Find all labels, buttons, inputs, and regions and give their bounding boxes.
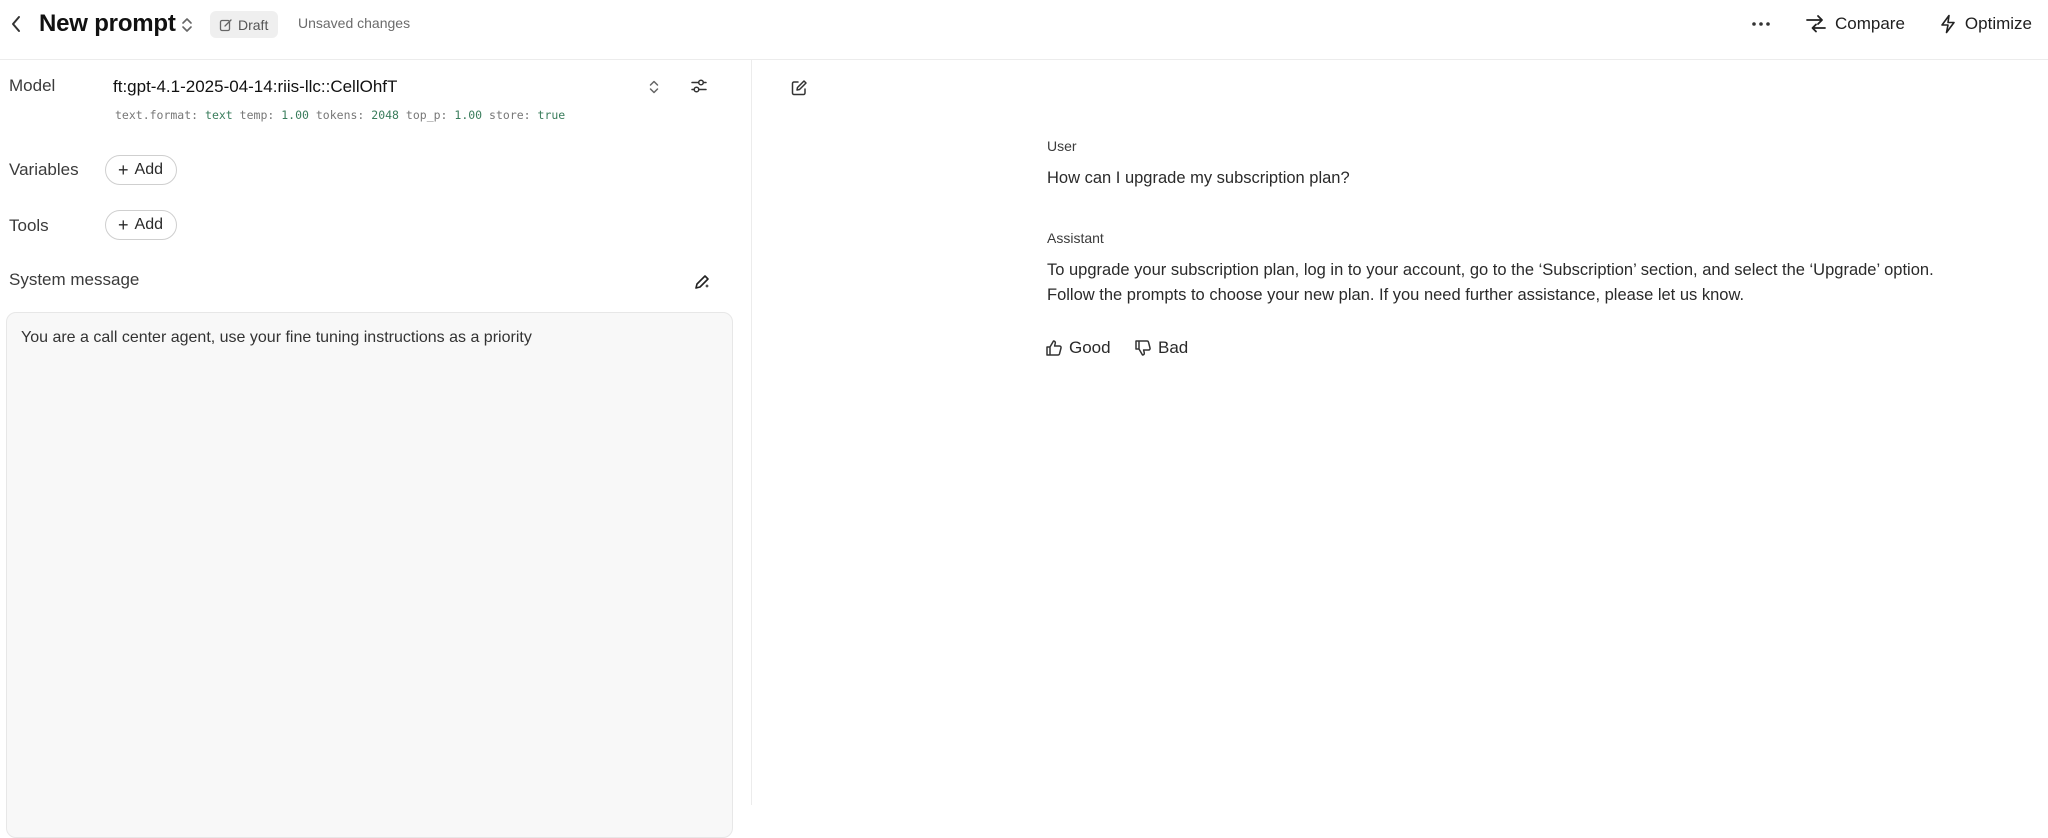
add-tool-button[interactable]: + Add — [105, 210, 177, 240]
edit-conversation-button[interactable] — [785, 74, 813, 102]
sliders-icon — [691, 79, 707, 93]
meta-value: 1.00 — [281, 108, 309, 122]
meta-value: 2048 — [371, 108, 399, 122]
chevron-updown-icon[interactable] — [180, 15, 194, 35]
meta-value: 1.00 — [454, 108, 483, 122]
system-message-label: System message — [9, 270, 140, 289]
assistant-message-line: To upgrade your subscription plan, log i… — [1047, 261, 1934, 279]
plus-icon: + — [118, 215, 129, 235]
model-label: Model — [9, 76, 56, 95]
chevron-left-icon — [12, 16, 20, 32]
model-select-button[interactable] — [640, 73, 668, 101]
model-parameters: text.format: text temp: 1.00 tokens: 204… — [115, 108, 565, 122]
variables-label: Variables — [9, 160, 79, 179]
draft-label: Draft — [238, 16, 269, 33]
edit-square-icon — [791, 80, 807, 96]
assistant-role-label: Assistant — [1047, 230, 1104, 246]
chevron-updown-icon — [649, 80, 659, 94]
user-message: How can I upgrade my subscription plan? — [1047, 169, 1350, 187]
page-title: New prompt — [39, 10, 176, 37]
compare-label: Compare — [1835, 14, 1905, 33]
more-button[interactable] — [1741, 9, 1781, 39]
good-label: Good — [1069, 338, 1111, 357]
prompt-config-pane: Model ft:gpt-4.1-2025-04-14:riis-llc::Ce… — [0, 60, 752, 838]
conversation-pane: User How can I upgrade my subscription p… — [753, 60, 2048, 805]
compare-button[interactable]: Compare — [1799, 9, 1911, 39]
meta-key: text.format: — [115, 108, 199, 122]
bad-label: Bad — [1158, 338, 1189, 357]
pen-sparkle-icon — [695, 275, 709, 289]
optimize-button[interactable]: Optimize — [1933, 9, 2038, 39]
system-message-input[interactable]: You are a call center agent, use your fi… — [6, 312, 733, 838]
meta-value: true — [537, 108, 566, 122]
meta-value: text — [205, 108, 233, 122]
optimize-label: Optimize — [1964, 14, 2032, 33]
add-label: Add — [134, 216, 163, 233]
thumbs-up-icon — [1046, 340, 1062, 356]
user-role-label: User — [1047, 138, 1077, 154]
draft-badge: Draft — [210, 11, 279, 38]
model-settings-button[interactable] — [685, 72, 713, 100]
generate-system-message-button[interactable] — [688, 268, 716, 296]
back-button[interactable] — [4, 10, 28, 38]
meta-key: store: — [489, 108, 531, 122]
unsaved-status: Unsaved changes — [298, 15, 411, 31]
meta-key: tokens: — [315, 108, 365, 122]
meta-key: top_p: — [405, 108, 448, 122]
assistant-message-line: Follow the prompts to choose your new pl… — [1047, 286, 1745, 304]
lightning-icon — [1941, 14, 1955, 34]
edit-icon — [219, 18, 232, 31]
thumbs-down-icon — [1135, 340, 1151, 356]
good-feedback-button[interactable]: Good — [1045, 338, 1111, 358]
tools-label: Tools — [9, 216, 49, 235]
top-bar: New prompt Draft Unsaved changes Compare… — [0, 0, 2048, 60]
meta-key: temp: — [239, 108, 275, 122]
ellipsis-icon — [1752, 22, 1770, 26]
top-actions: Compare Optimize — [1741, 9, 2038, 39]
add-label: Add — [134, 161, 163, 178]
add-variable-button[interactable]: + Add — [105, 155, 177, 185]
compare-arrows-icon — [1806, 15, 1826, 33]
model-selector[interactable]: ft:gpt-4.1-2025-04-14:riis-llc::CellOhfT — [113, 77, 397, 97]
plus-icon: + — [118, 160, 129, 180]
bad-feedback-button[interactable]: Bad — [1134, 338, 1188, 358]
